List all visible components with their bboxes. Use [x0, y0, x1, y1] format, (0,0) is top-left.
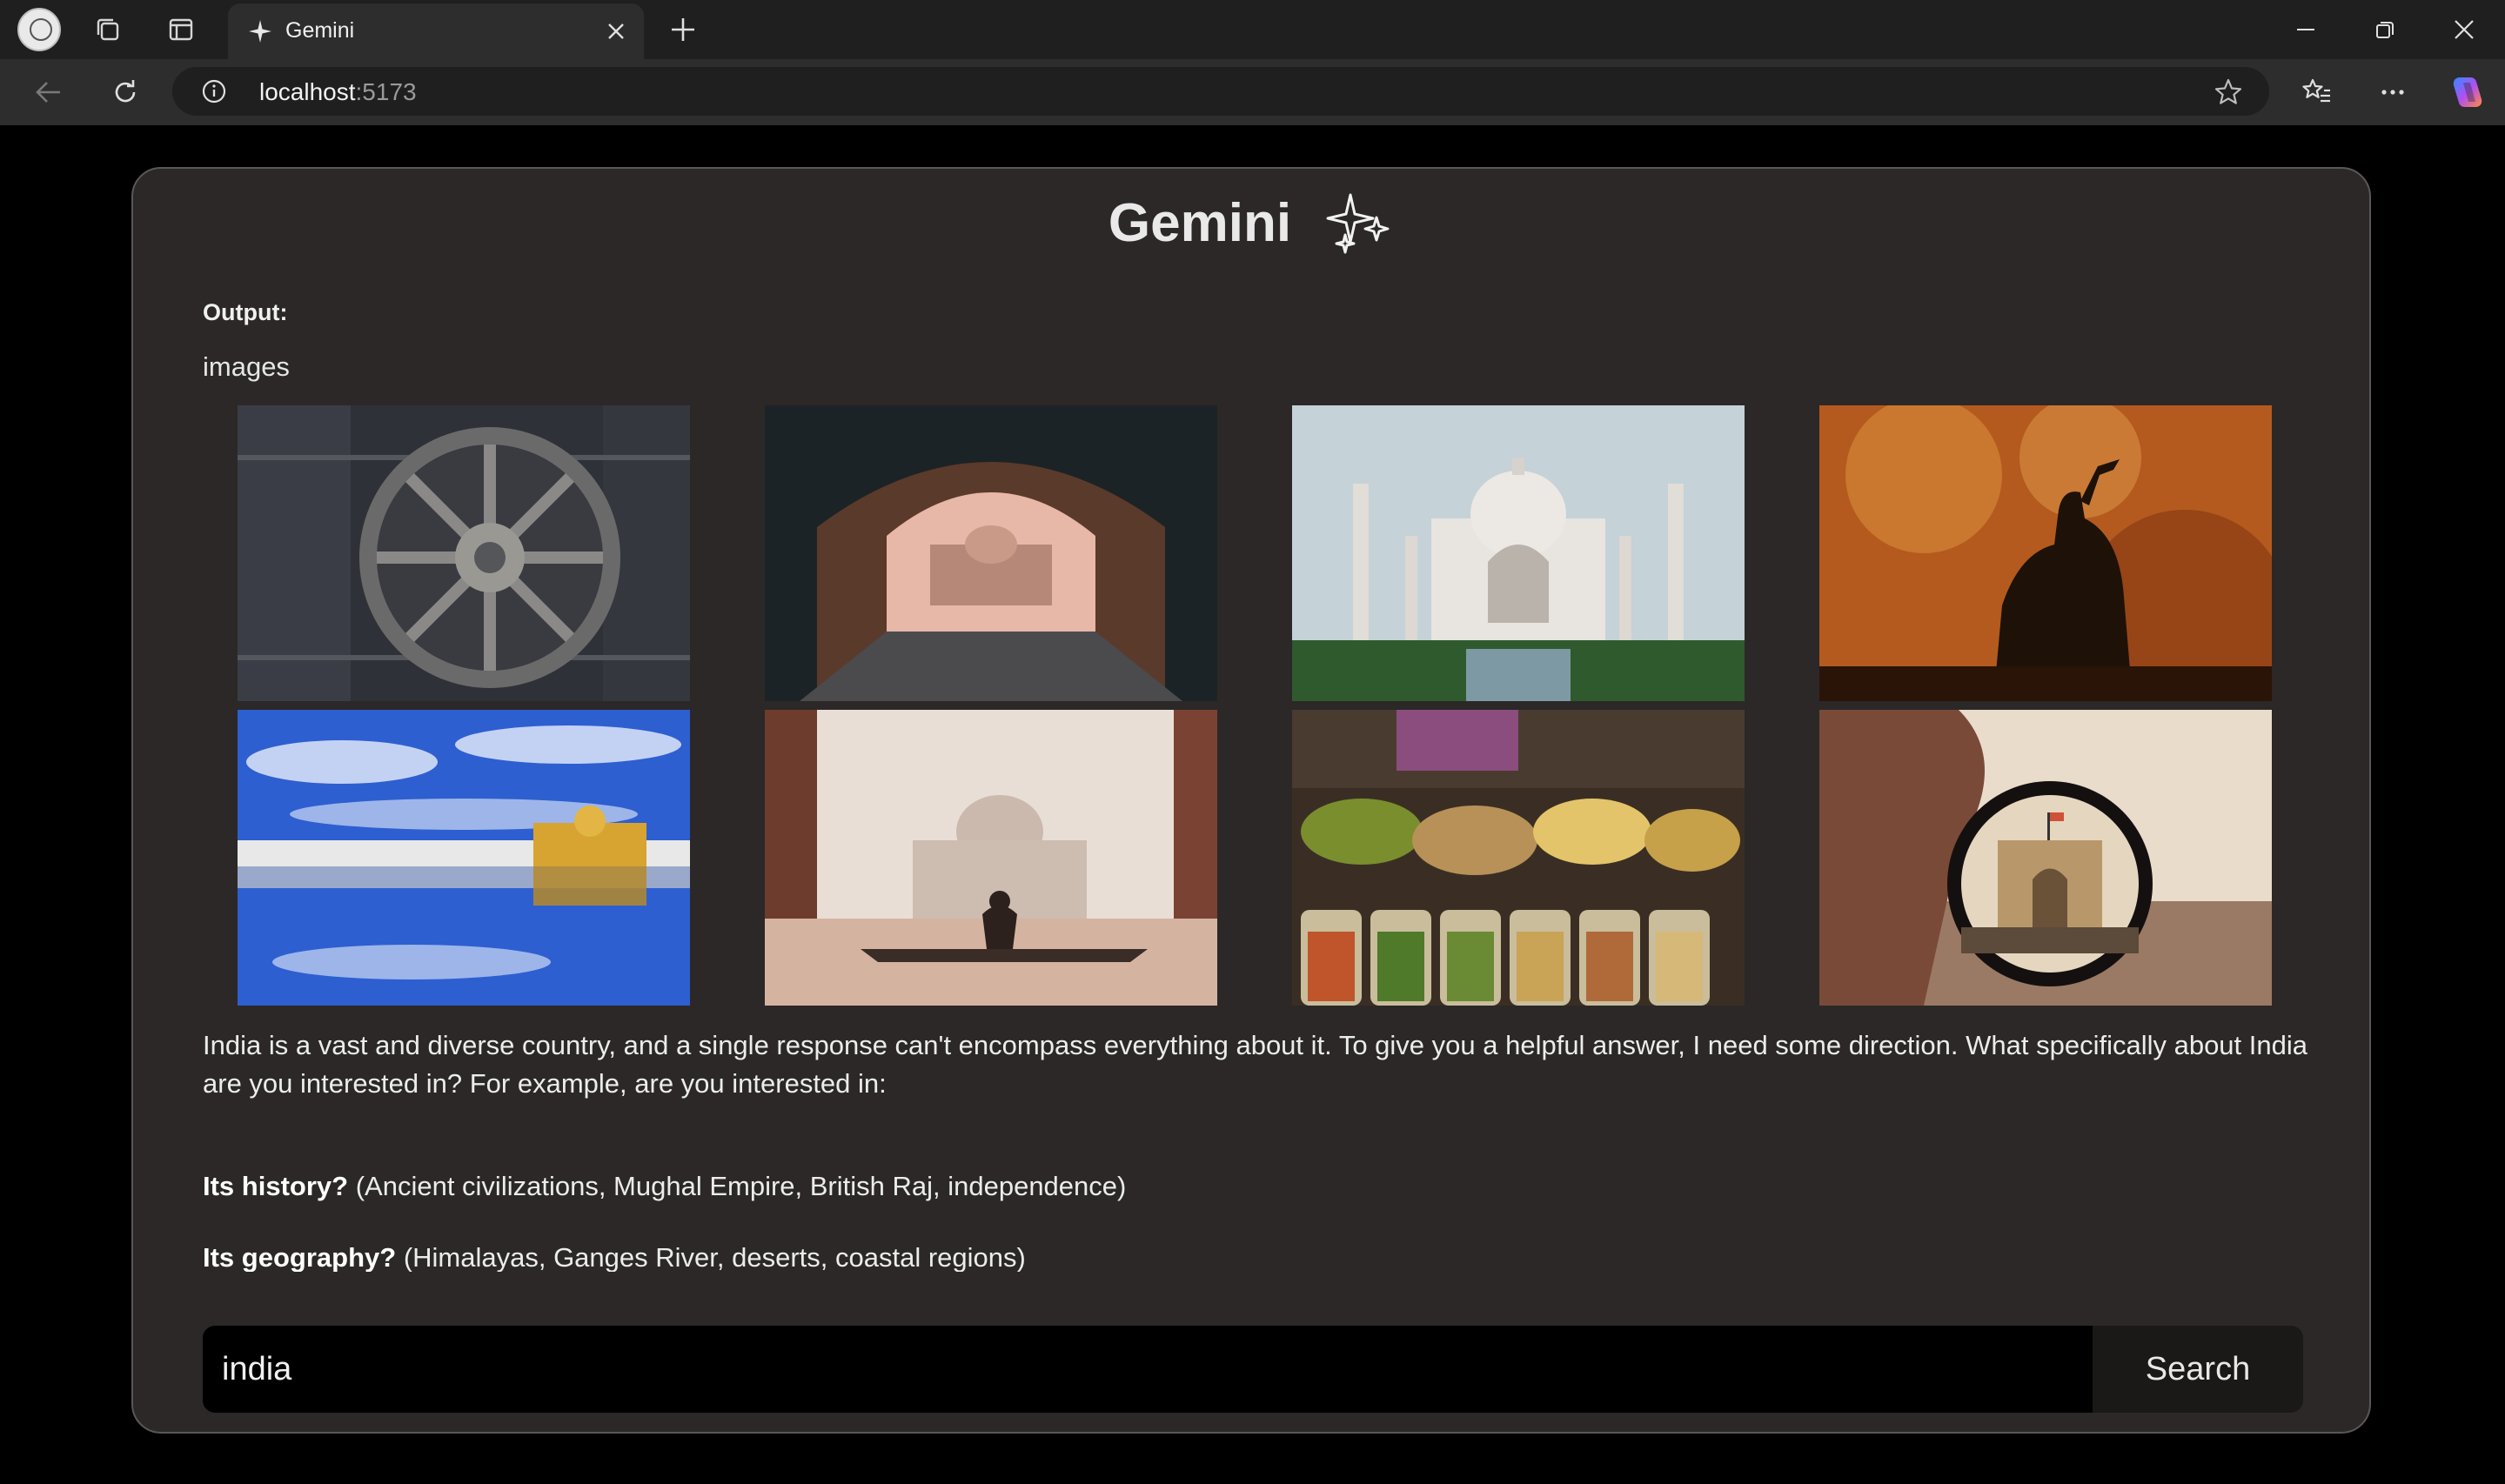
url-port: :5173	[355, 78, 417, 105]
url-text: localhost:5173	[259, 78, 417, 106]
list-item-text: (Ancient civilizations, Mughal Empire, B…	[348, 1171, 1127, 1201]
favorite-star-icon[interactable]	[2214, 77, 2243, 107]
restore-icon[interactable]	[2354, 9, 2415, 50]
gemini-app-card: Gemini Output: images India is a vast an…	[131, 167, 2371, 1434]
reload-icon[interactable]	[106, 73, 144, 111]
minimize-icon[interactable]	[2275, 9, 2336, 50]
sparkle-icon	[1326, 193, 1390, 254]
image-golden-temple[interactable]	[238, 710, 690, 1006]
close-window-icon[interactable]	[2434, 9, 2495, 50]
output-label: Output:	[203, 299, 288, 325]
favorites-list-icon[interactable]	[2298, 73, 2336, 111]
url-host: localhost	[259, 78, 356, 105]
more-options-icon[interactable]	[2374, 73, 2412, 111]
image-spice-market[interactable]	[1292, 710, 1745, 1006]
workspaces-icon[interactable]	[90, 12, 125, 47]
image-grid	[203, 405, 2308, 1006]
list-item-text: (Himalayas, Ganges River, deserts, coast…	[396, 1242, 1026, 1273]
tab-actions-icon[interactable]	[164, 12, 198, 47]
list-item: Its geography? (Himalayas, Ganges River,…	[203, 1242, 1026, 1273]
image-chariot-wheel[interactable]	[238, 405, 690, 701]
copilot-icon[interactable]	[2447, 71, 2488, 113]
app-header: Gemini	[133, 188, 2369, 257]
site-info-icon[interactable]	[202, 79, 226, 104]
address-bar[interactable]: localhost:5173	[172, 67, 2269, 116]
back-icon[interactable]	[30, 73, 68, 111]
image-taj-mahal[interactable]	[1292, 405, 1745, 701]
sparkle-icon	[249, 20, 271, 43]
tab-gemini[interactable]: Gemini	[228, 3, 644, 59]
close-tab-icon[interactable]	[600, 16, 632, 47]
image-gateway-lens[interactable]	[1819, 710, 2272, 1006]
list-item: Its history? (Ancient civilizations, Mug…	[203, 1171, 1126, 1202]
images-label: images	[203, 351, 290, 382]
app-title: Gemini	[1108, 192, 1292, 253]
list-item-bold: Its geography?	[203, 1242, 397, 1273]
new-tab-icon[interactable]	[666, 12, 700, 47]
scroll-clip	[203, 1272, 2308, 1324]
browser-tab-bar: Gemini	[0, 0, 2505, 59]
image-seated-taj-view[interactable]	[765, 710, 1217, 1006]
browser-toolbar: localhost:5173	[0, 59, 2505, 125]
list-item-bold: Its history?	[203, 1171, 349, 1201]
tab-title: Gemini	[285, 18, 355, 43]
search-input[interactable]	[203, 1326, 2093, 1413]
image-archway-monument[interactable]	[765, 405, 1217, 701]
profile-avatar-icon[interactable]	[17, 8, 61, 51]
image-festival-silhouette[interactable]	[1819, 405, 2272, 701]
search-button[interactable]: Search	[2093, 1326, 2303, 1413]
response-intro: India is a vast and diverse country, and…	[203, 1030, 2307, 1099]
response-text: India is a vast and diverse country, and…	[203, 1026, 2308, 1103]
page-viewport: Gemini Output: images India is a vast an…	[7, 125, 2498, 1477]
